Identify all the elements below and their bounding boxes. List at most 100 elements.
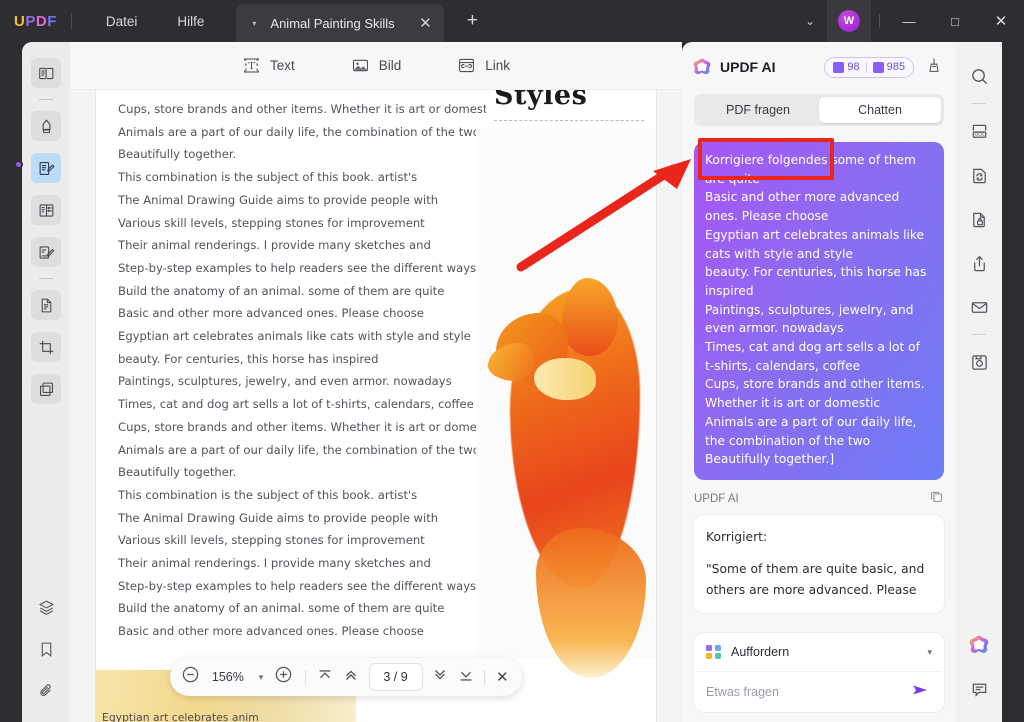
credits-divider [865, 61, 867, 73]
nav-divider [304, 669, 306, 685]
title-bar: UPDF Datei Hilfe ▾ Animal Painting Skill… [0, 0, 1024, 42]
user-message-line: the combination of the two [705, 433, 871, 448]
ai-credits-badge[interactable]: 98 985 [824, 56, 914, 78]
highlight-icon[interactable] [31, 111, 61, 141]
zoom-level[interactable]: 156% [205, 670, 250, 684]
layers-icon[interactable] [31, 592, 61, 622]
chevron-down-icon[interactable]: ▾ [253, 672, 270, 683]
rail-separator [39, 278, 53, 279]
doc-line: Paintings, sculptures, jewelry, and even… [118, 374, 452, 389]
save-icon[interactable] [964, 347, 994, 377]
organize-pages-icon[interactable] [31, 195, 61, 225]
last-page-icon[interactable] [454, 666, 478, 689]
ocr-icon[interactable]: OCR [964, 116, 994, 146]
window-close-button[interactable]: ✕ [978, 0, 1024, 42]
zoom-out-button[interactable] [178, 665, 203, 689]
doc-line: Build the anatomy of an animal. some of … [118, 601, 445, 616]
user-message-line: Times, cat and dog art sells a lot of [705, 340, 920, 355]
next-page-icon[interactable] [429, 666, 453, 689]
updf-ai-icon [692, 57, 712, 77]
ai-chat-scroll[interactable]: Korrigiere folgendes some of them are qu… [682, 134, 956, 633]
sign-icon[interactable] [31, 237, 61, 267]
right-tool-rail: OCR [956, 42, 1002, 722]
pdf-page[interactable]: Cups, store brands and other items. Whet… [96, 90, 656, 722]
doc-line: Basic and other more advanced ones. Plea… [118, 306, 424, 321]
updf-logo: UPDF [14, 12, 57, 30]
maximize-button[interactable]: □ [932, 0, 978, 42]
doc-line: Their animal renderings. I provide many … [118, 238, 431, 253]
tool-link-label: Link [485, 58, 511, 73]
compare-icon[interactable] [31, 374, 61, 404]
user-message-line: Animals are a part of our daily life, [705, 414, 917, 429]
page-indicator-input[interactable]: 3 / 9 [369, 664, 422, 690]
tab-pdf-fragen[interactable]: PDF fragen [697, 97, 819, 123]
user-message-line: Korrigiere folgendes some of them [705, 153, 916, 167]
search-icon[interactable] [964, 61, 994, 91]
document-viewport[interactable]: Cups, store brands and other items. Whet… [70, 90, 682, 722]
tool-link-button[interactable]: Link [457, 56, 510, 75]
copy-icon[interactable] [929, 489, 944, 509]
close-toolbar-button[interactable]: ✕ [491, 668, 515, 686]
attachment-icon[interactable] [31, 676, 61, 706]
rail-separator [972, 103, 986, 104]
send-icon[interactable] [908, 680, 932, 705]
email-icon[interactable] [964, 292, 994, 322]
document-tab[interactable]: ▾ Animal Painting Skills ✕ [236, 4, 445, 42]
panel-collapse-handle[interactable] [14, 160, 23, 169]
doc-credit-count: 98 [847, 61, 860, 73]
user-message-line: Beautifully together.] [705, 452, 835, 467]
figure-heading-text: Styles [494, 90, 588, 111]
prev-page-icon[interactable] [339, 666, 363, 689]
menu-datei[interactable]: Datei [86, 0, 158, 42]
chevron-down-icon[interactable]: ⌄ [793, 14, 827, 28]
edit-pdf-icon[interactable] [31, 153, 61, 183]
ai-panel: UPDF AI 98 985 PDF fragen Chatten Korrig… [682, 42, 956, 722]
menu-hilfe[interactable]: Hilfe [157, 0, 224, 42]
user-message-line: even armor. nowadays [705, 321, 844, 336]
tab-title: Animal Painting Skills [270, 15, 395, 31]
first-page-icon[interactable] [313, 666, 337, 689]
user-message-line: Whether it is art or domestic [705, 396, 881, 411]
protect-icon[interactable] [964, 204, 994, 234]
crop-icon[interactable] [31, 332, 61, 362]
rail-separator [972, 334, 986, 335]
doc-line: Beautifully together. [118, 465, 237, 480]
chevron-down-icon[interactable]: ▾ [927, 647, 932, 658]
ai-panel-title: UPDF AI [720, 59, 776, 75]
edit-toolbar: T Text Bild Link [70, 42, 682, 90]
image-icon [351, 56, 370, 75]
doc-line: Their animal renderings. I provide many … [118, 556, 431, 571]
tab-dropdown-icon[interactable]: ▾ [246, 19, 262, 28]
tool-image-button[interactable]: Bild [351, 56, 402, 75]
bookmark-icon[interactable] [31, 634, 61, 664]
prompt-selector-button[interactable]: Auffordern ▾ [694, 633, 944, 671]
comment-icon[interactable] [964, 674, 994, 704]
doc-line: Step-by-step examples to help readers se… [118, 578, 477, 593]
reader-mode-icon[interactable] [31, 58, 61, 88]
clear-chat-icon[interactable] [922, 57, 946, 78]
zoom-in-button[interactable] [271, 665, 296, 689]
tab-chatten[interactable]: Chatten [819, 97, 941, 123]
convert-icon[interactable] [964, 160, 994, 190]
form-icon[interactable] [31, 290, 61, 320]
avatar-container[interactable]: W [827, 0, 871, 42]
page-navigation-bar: 156% ▾ 3 / 9 ✕ [170, 658, 522, 696]
doc-line: Egyptian art celebrates animals like cat… [118, 329, 471, 344]
ai-mode-tabs: PDF fragen Chatten [694, 94, 944, 126]
user-message-line: are quite [705, 171, 760, 186]
minimize-button[interactable]: — [886, 0, 932, 42]
ai-panel-header: UPDF AI 98 985 [682, 42, 956, 92]
doc-line: Animals are a part of our daily life, th… [118, 442, 480, 457]
user-message-line: t-shirts, calendars, coffee [705, 358, 861, 373]
right-gutter [1002, 42, 1024, 722]
tool-image-label: Bild [378, 58, 402, 73]
close-icon[interactable]: ✕ [416, 14, 434, 32]
ask-input[interactable] [706, 685, 908, 699]
share-icon[interactable] [964, 248, 994, 278]
doc-credit-icon [833, 61, 845, 73]
avatar[interactable]: W [838, 10, 860, 32]
tool-text-button[interactable]: T Text [242, 56, 295, 75]
updf-ai-icon[interactable] [964, 630, 994, 660]
application-window: UPDF Datei Hilfe ▾ Animal Painting Skill… [0, 0, 1024, 722]
new-tab-button[interactable]: + [460, 10, 484, 32]
